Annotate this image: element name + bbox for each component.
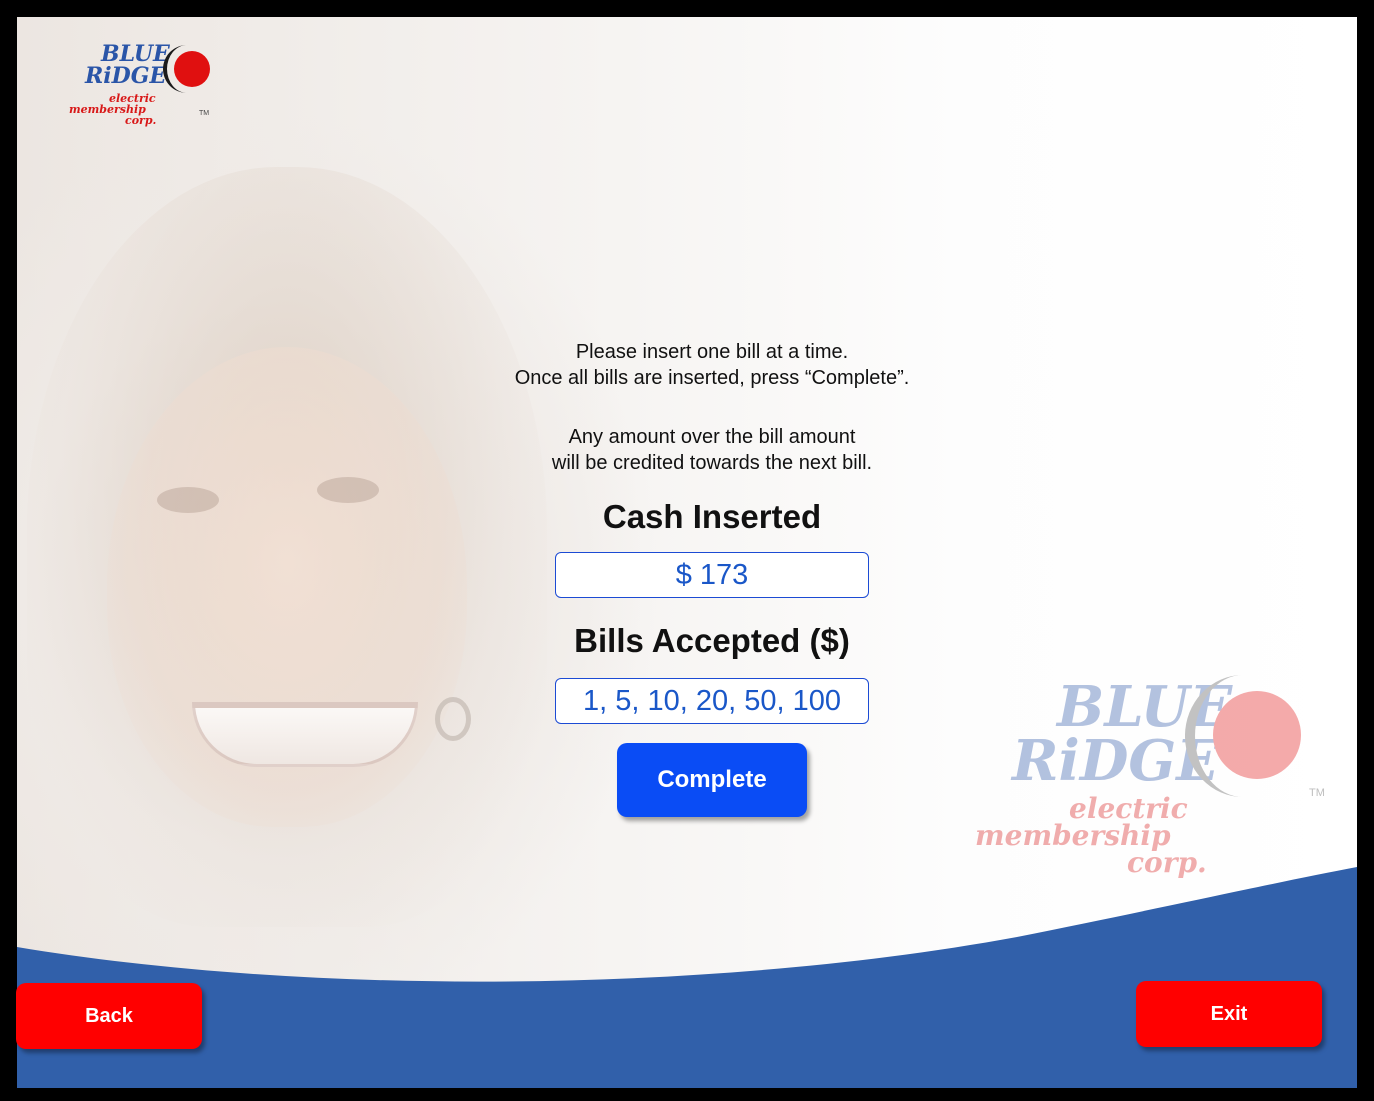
- complete-button[interactable]: Complete: [617, 743, 807, 817]
- background-photo-eye: [317, 477, 379, 503]
- logo-text-blue: BLUE: [101, 41, 170, 67]
- exit-button[interactable]: Exit: [1136, 981, 1322, 1047]
- bills-accepted-title: Bills Accepted ($): [574, 622, 850, 659]
- background-photo-smile: [192, 702, 418, 767]
- watermark-trademark: TM: [1309, 787, 1325, 799]
- instruction-line: Once all bills are inserted, press “Comp…: [514, 367, 910, 389]
- bills-accepted-value: 1, 5, 10, 20, 50, 100: [555, 678, 869, 724]
- brand-watermark-logo: BLUE RiDGE electric membership corp. TM: [957, 657, 1327, 877]
- cash-inserted-value: $ 173: [555, 552, 869, 598]
- watermark-circle-icon: [1185, 675, 1301, 797]
- logo-trademark: TM: [199, 110, 210, 117]
- brand-logo: BLUE RiDGE electric membership corp. TM: [39, 37, 229, 137]
- kiosk-screen: BLUE RiDGE electric membership corp. TM …: [17, 17, 1357, 1088]
- cash-inserted-title: Cash Inserted: [602, 498, 822, 535]
- logo-circle-icon: [163, 45, 210, 93]
- back-button[interactable]: Back: [16, 983, 202, 1049]
- credit-note-line: Any amount over the bill amount: [568, 426, 856, 448]
- logo-text-ridge: RiDGE: [85, 63, 167, 89]
- background-photo-eye: [157, 487, 219, 513]
- footer-wave: [17, 867, 1357, 1088]
- credit-note-line: will be credited towards the next bill.: [551, 452, 873, 474]
- instruction-line: Please insert one bill at a time.: [575, 341, 849, 363]
- payment-panel: Please insert one bill at a time. Once a…: [412, 339, 1012, 817]
- logo-text-corp: corp.: [125, 114, 157, 127]
